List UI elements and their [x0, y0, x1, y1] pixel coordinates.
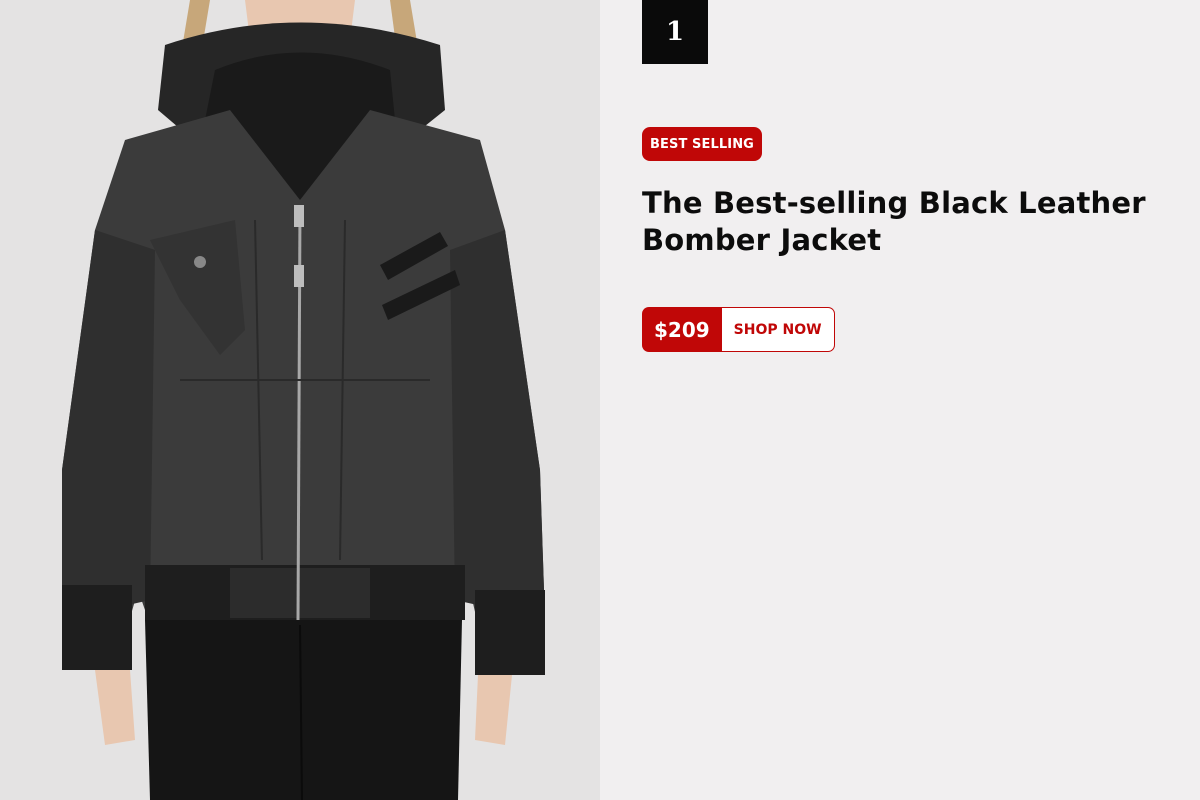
- price-cta-group: $209 SHOP NOW: [642, 307, 835, 352]
- shop-now-button[interactable]: SHOP NOW: [721, 307, 835, 352]
- product-title[interactable]: The Best-selling Black Leather Bomber Ja…: [642, 185, 1162, 259]
- leather-jacket-model-photo: [62, 0, 545, 800]
- product-card: 1 BEST SELLING The Best-selling Black Le…: [0, 0, 1200, 800]
- rank-number: 1: [642, 0, 708, 64]
- best-selling-badge: BEST SELLING: [642, 127, 762, 161]
- product-price: $209: [642, 307, 722, 352]
- product-photo[interactable]: [0, 0, 600, 800]
- product-info-panel: 1 BEST SELLING The Best-selling Black Le…: [600, 0, 1200, 800]
